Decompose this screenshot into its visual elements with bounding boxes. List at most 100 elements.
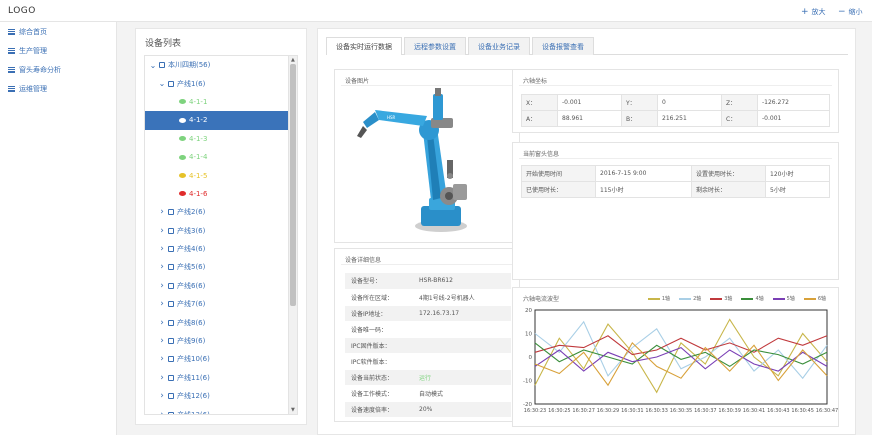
nozzle-value: 115小时 (595, 181, 692, 198)
legend-item[interactable]: 2轴 (679, 295, 701, 302)
info-value: 4期1号线-2号机器人 (413, 289, 511, 306)
zoom-out-button[interactable]: − 缩小 (838, 7, 863, 17)
table-row: 已使用时长： 115小时 剩余时长： 5小时 (521, 181, 830, 198)
nozzle-value: 2016-7-15 9:00 (595, 165, 692, 182)
coord-label: B： (621, 110, 658, 127)
tree-node-device[interactable]: 4-1-4 (145, 148, 297, 166)
device-info-title: 设备详细信息 (345, 257, 382, 264)
coord-value: 88.961 (557, 110, 622, 127)
sidebar-item-production[interactable]: 生产管理 (0, 41, 116, 60)
scroll-up-icon[interactable]: ▲ (291, 57, 295, 63)
info-value (413, 337, 511, 354)
chevron-right-icon[interactable]: › (158, 336, 166, 346)
tree-scrollbar[interactable]: ▲ ▼ (288, 56, 297, 414)
chevron-down-icon[interactable]: ⌄ (158, 79, 166, 88)
tree-node-folder[interactable]: › 产线13(6) (145, 405, 297, 414)
tree-node-folder[interactable]: ⌄ 本川四期(56) (145, 56, 297, 74)
tree-node-device[interactable]: 4-1-5 (145, 166, 297, 184)
tree-node-folder[interactable]: › 产线10(6) (145, 350, 297, 368)
bookmark-icon (168, 319, 174, 326)
axes-coords-card: 六轴坐标 X： -0.001 Y： 0 Z： -126.272 A： 88.96… (512, 69, 839, 133)
coord-value: -126.272 (757, 94, 830, 111)
eye-icon (179, 99, 186, 105)
tab-business-records[interactable]: 设备业务记录 (468, 37, 530, 55)
tree-node-folder[interactable]: ⌄ 产线1(6) (145, 74, 297, 92)
chevron-right-icon[interactable]: › (158, 207, 166, 217)
sidebar-item-lifespan[interactable]: 窗头寿命分析 (0, 60, 116, 79)
tree-node-device[interactable]: 4-1-3 (145, 130, 297, 148)
tree-node-folder[interactable]: › 产线4(6) (145, 240, 297, 258)
tree-node-label: 产线1(6) (177, 79, 206, 88)
chevron-down-icon[interactable]: ⌄ (149, 61, 157, 70)
coord-value: 0 (657, 94, 722, 111)
x-tick-label: 16:30:43 (767, 408, 789, 414)
tab-realtime-data[interactable]: 设备实时运行数据 (326, 37, 402, 55)
current-line-chart: -20-100102016:30:23 16:30:25 16:30:27 16:30… (523, 308, 838, 414)
chevron-right-icon[interactable]: › (158, 410, 166, 414)
bookmark-icon (168, 338, 174, 345)
legend-label: 1轴 (661, 296, 671, 302)
tree-node-folder[interactable]: › 产线8(6) (145, 313, 297, 331)
tree-node-folder[interactable]: › 产线6(6) (145, 277, 297, 295)
sidebar-item-label: 综合首页 (19, 27, 47, 36)
tree-node-device[interactable]: 4-1-2 (145, 111, 297, 130)
x-tick-label: 16:30:39 (718, 408, 740, 414)
x-tick-label: 16:30:31 (621, 408, 643, 414)
sidebar-item-label: 生产管理 (19, 46, 47, 55)
axes-coords-title: 六轴坐标 (523, 78, 548, 85)
scroll-down-icon[interactable]: ▼ (291, 407, 295, 413)
sidebar-item-home[interactable]: 综合首页 (0, 22, 116, 41)
list-icon (8, 85, 15, 92)
legend-item[interactable]: 5轴 (772, 295, 795, 302)
legend-item[interactable]: 4轴 (741, 295, 764, 302)
bookmark-icon (168, 393, 174, 400)
coord-label: A： (521, 110, 558, 127)
tree-node-folder[interactable]: › 产线9(6) (145, 332, 297, 350)
chevron-right-icon[interactable]: › (158, 354, 166, 364)
device-list-panel: 设备列表 ⌄ 本川四期(56) ⌄ 产线1(6) 4-1-1 4-1-2 4-1-3 4-1-… (135, 28, 307, 425)
chevron-right-icon[interactable]: › (158, 244, 166, 254)
chevron-right-icon[interactable]: › (158, 262, 166, 272)
tree-node-folder[interactable]: › 产线7(6) (145, 295, 297, 313)
tree-node-folder[interactable]: › 产线11(6) (145, 369, 297, 387)
x-tick-label: 16:30:23 (524, 408, 546, 414)
chevron-right-icon[interactable]: › (158, 299, 166, 309)
tree-node-label: 4-1-4 (189, 153, 208, 162)
sidebar-item-maintenance[interactable]: 运维管理 (0, 79, 116, 98)
tree-node-device[interactable]: 4-1-1 (145, 93, 297, 111)
coord-label: C： (721, 110, 758, 127)
tree-node-device[interactable]: 4-1-6 (145, 185, 297, 203)
tab-remote-params[interactable]: 远程参数设置 (404, 37, 466, 55)
tree-node-label: 产线3(6) (177, 226, 206, 235)
coord-value: -0.001 (757, 110, 830, 127)
chevron-right-icon[interactable]: › (158, 281, 166, 291)
nozzle-info-card: 当前窗头信息 开始使用时间 2016-7-15 9:00 设置使用时长： 120… (512, 142, 839, 280)
chevron-right-icon[interactable]: › (158, 318, 166, 328)
zoom-out-label: 缩小 (848, 8, 863, 16)
legend-swatch (679, 297, 692, 300)
zoom-in-button[interactable]: + 放大 (801, 7, 826, 17)
tree-node-folder[interactable]: › 产线12(6) (145, 387, 297, 405)
legend-label: 2轴 (693, 296, 702, 302)
x-tick-label: 16:30:25 (548, 408, 570, 414)
device-image-card: 设备图片 HSR (334, 69, 520, 243)
chevron-right-icon[interactable]: › (158, 226, 166, 236)
info-value (413, 353, 511, 370)
tree-node-folder[interactable]: › 产线2(6) (145, 203, 297, 221)
tree-node-label: 4-1-3 (189, 134, 208, 143)
tree-node-folder[interactable]: › 产线5(6) (145, 258, 297, 276)
tree-node-folder[interactable]: › 产线3(6) (145, 222, 297, 240)
coord-label: Z： (721, 94, 758, 111)
chevron-right-icon[interactable]: › (158, 391, 166, 401)
scrollbar-thumb[interactable] (290, 64, 296, 306)
legend-item[interactable]: 1轴 (647, 295, 671, 302)
robot-arm-image: HSR (357, 88, 467, 232)
tree-node-label: 产线10(6) (177, 355, 210, 364)
legend-swatch (772, 297, 785, 300)
legend-label: 6轴 (817, 296, 826, 302)
info-label: 设备所在区域： (345, 289, 413, 306)
tab-alarm-view[interactable]: 设备报警查看 (532, 37, 594, 55)
legend-item[interactable]: 3轴 (710, 295, 732, 302)
legend-item[interactable]: 6轴 (803, 295, 826, 302)
chevron-right-icon[interactable]: › (158, 373, 166, 383)
